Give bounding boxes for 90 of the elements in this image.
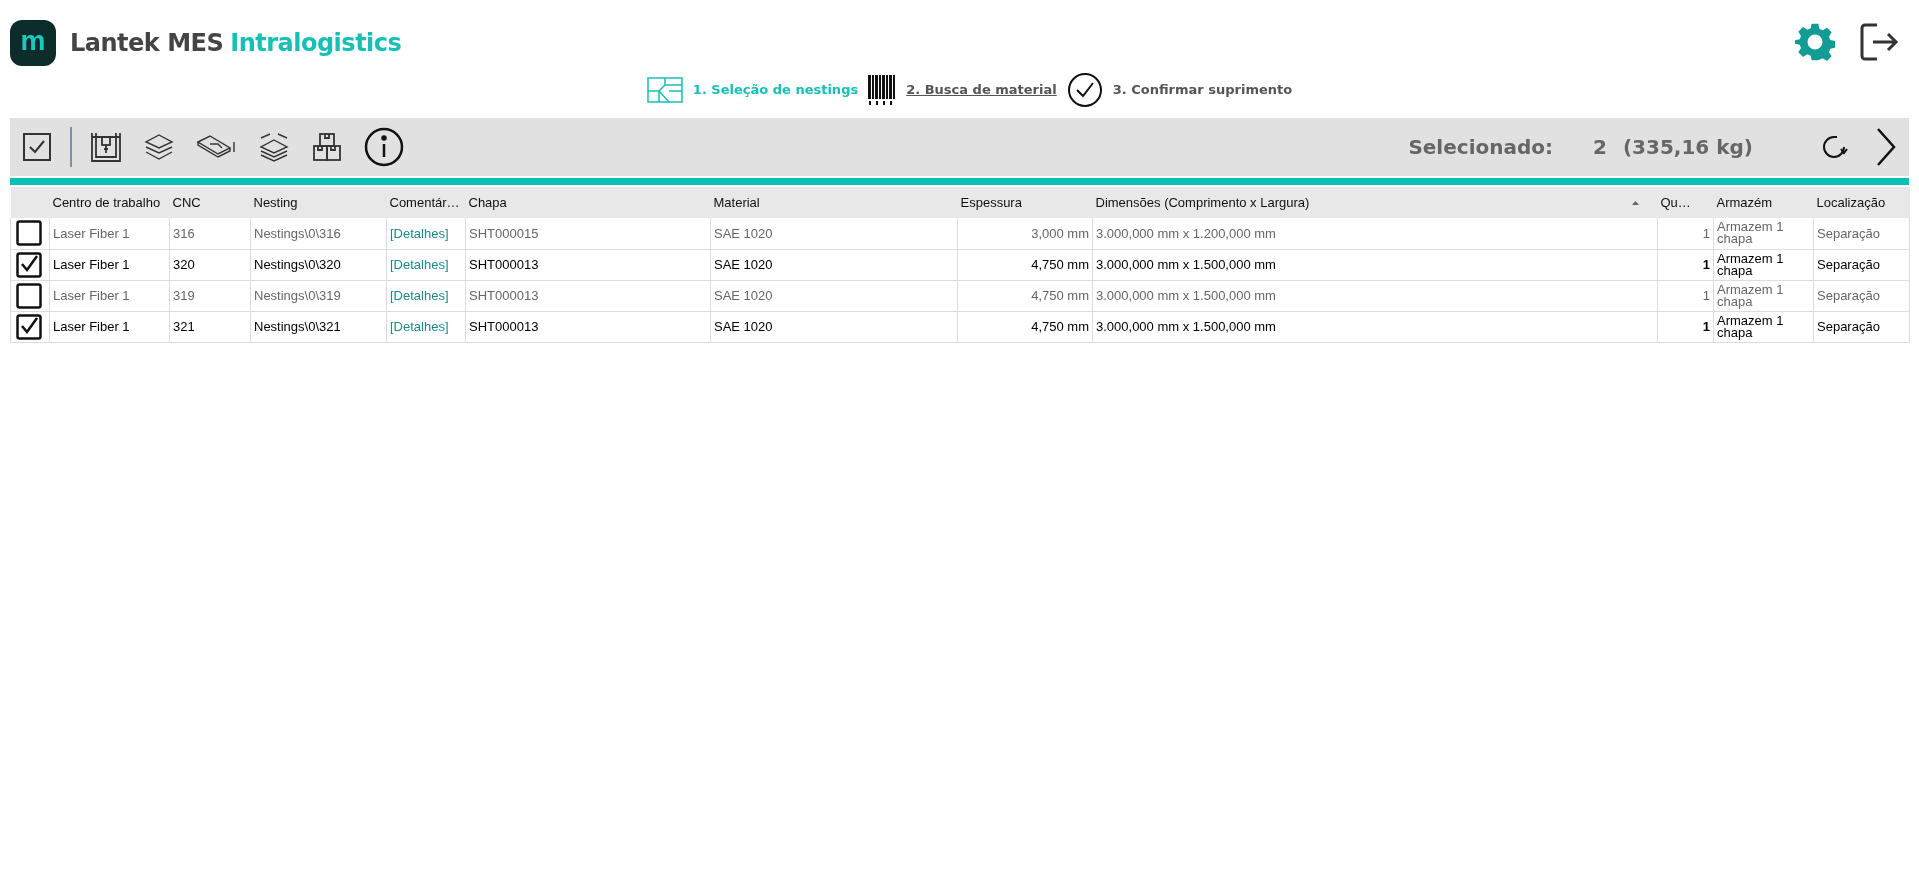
- info-icon: [363, 127, 404, 167]
- nesting-layout-icon: [646, 77, 683, 103]
- column-header[interactable]: CNC: [172, 192, 201, 213]
- cnc-machine-icon: [89, 131, 122, 163]
- table-cell: Armazem 1 chapa: [1717, 312, 1784, 340]
- table-cell: SHT000013: [469, 287, 539, 303]
- row-checkbox[interactable]: [16, 282, 42, 309]
- app-title-accent: Intralogistics: [230, 28, 402, 59]
- logout-button[interactable]: [1859, 22, 1899, 62]
- table-cell: 3,000 mm: [1031, 225, 1089, 241]
- column-header[interactable]: Chapa: [468, 192, 507, 213]
- table-cell: 1: [1702, 287, 1710, 303]
- table-cell: SAE 1020: [714, 318, 773, 334]
- logout-icon: [1859, 22, 1899, 62]
- column-header[interactable]: Armazém: [1716, 192, 1773, 213]
- column-header[interactable]: Material: [713, 192, 760, 213]
- details-link[interactable]: [Detalhes]: [390, 287, 449, 303]
- row-checkbox[interactable]: [16, 220, 42, 247]
- table-cell: SHT000015: [469, 225, 539, 241]
- selected-weight: (335,16 kg): [1622, 134, 1753, 161]
- table-cell: Laser Fiber 1: [53, 318, 130, 334]
- settings-icon: [1795, 22, 1835, 62]
- check-circle-icon: [1066, 72, 1103, 108]
- column-header[interactable]: Localização: [1816, 192, 1886, 213]
- chevron-right-icon: [1875, 127, 1897, 167]
- table-cell: 1: [1702, 256, 1710, 272]
- app-title: Lantek MES: [70, 28, 224, 59]
- table-cell: 4,750 mm: [1031, 287, 1089, 303]
- table-cell: 3.000,000 mm x 1.500,000 mm: [1096, 318, 1276, 334]
- sheet-thickness-icon: [195, 134, 236, 160]
- column-header[interactable]: Centro de trabalho: [52, 192, 161, 213]
- table-cell: Nestings\0\321: [254, 318, 341, 334]
- table-cell: 4,750 mm: [1031, 256, 1089, 272]
- table-cell: 321: [173, 318, 195, 334]
- details-link[interactable]: [Detalhes]: [390, 225, 449, 241]
- table-cell: 1: [1702, 225, 1710, 241]
- stacked-layers-icon: [257, 132, 290, 162]
- column-header[interactable]: Espessura: [960, 192, 1022, 213]
- table-cell: 3.000,000 mm x 1.500,000 mm: [1096, 287, 1276, 303]
- barcode-icon: [868, 75, 897, 105]
- wizard-step[interactable]: 2. Busca de material: [906, 80, 1057, 100]
- app-logo: m: [10, 20, 56, 66]
- table-cell: SHT000013: [469, 256, 539, 272]
- details-link[interactable]: [Detalhes]: [390, 318, 449, 334]
- row-checkbox[interactable]: [16, 251, 42, 278]
- boxes-button[interactable]: [311, 132, 342, 162]
- table-cell: Armazem 1 chapa: [1717, 250, 1784, 278]
- table-cell: SAE 1020: [714, 225, 773, 241]
- selected-label: Selecionado:: [1408, 134, 1554, 161]
- row-checkbox[interactable]: [16, 313, 42, 340]
- sheet-button[interactable]: [195, 134, 236, 160]
- table-cell: Nestings\0\316: [254, 225, 341, 241]
- column-header[interactable]: Qu…: [1660, 192, 1691, 213]
- settings-button[interactable]: [1795, 22, 1835, 62]
- table-cell: SAE 1020: [714, 287, 773, 303]
- table-cell: 316: [173, 225, 195, 241]
- stack-button[interactable]: [257, 132, 290, 162]
- boxes-icon: [311, 132, 342, 162]
- column-header[interactable]: Dimensões (Comprimento x Largura): [1095, 192, 1310, 213]
- layers-button[interactable]: [143, 133, 174, 161]
- select-all-button[interactable]: [22, 132, 52, 162]
- table-cell: Laser Fiber 1: [53, 287, 130, 303]
- table-cell: SHT000013: [469, 318, 539, 334]
- info-button[interactable]: [363, 127, 404, 167]
- table-cell: Laser Fiber 1: [53, 256, 130, 272]
- table-cell: Laser Fiber 1: [53, 225, 130, 241]
- selected-count: 2: [1593, 134, 1607, 161]
- table-cell: Armazem 1 chapa: [1717, 281, 1784, 309]
- table-cell: 4,750 mm: [1031, 318, 1089, 334]
- table-cell: Separação: [1817, 256, 1880, 272]
- table-cell: Nestings\0\319: [254, 287, 341, 303]
- wizard-step[interactable]: 3. Confirmar suprimento: [1112, 80, 1293, 100]
- table-cell: Separação: [1817, 287, 1880, 303]
- column-header[interactable]: Comentár…: [389, 192, 460, 213]
- column-header[interactable]: Nesting: [253, 192, 298, 213]
- table-cell: 1: [1702, 318, 1710, 334]
- table-cell: SAE 1020: [714, 256, 773, 272]
- table-cell: Separação: [1817, 225, 1880, 241]
- table-cell: 3.000,000 mm x 1.500,000 mm: [1096, 256, 1276, 272]
- details-link[interactable]: [Detalhes]: [390, 256, 449, 272]
- table-cell: 319: [173, 287, 195, 303]
- table-cell: 320: [173, 256, 195, 272]
- table-cell: Separação: [1817, 318, 1880, 334]
- next-button[interactable]: [1875, 127, 1897, 167]
- checkbox-icon: [22, 132, 52, 162]
- table-cell: 3.000,000 mm x 1.200,000 mm: [1096, 225, 1276, 241]
- table-cell: Armazem 1 chapa: [1717, 219, 1784, 247]
- table-cell: Nestings\0\320: [254, 256, 341, 272]
- layers-icon: [143, 133, 174, 161]
- machine-button[interactable]: [89, 131, 122, 163]
